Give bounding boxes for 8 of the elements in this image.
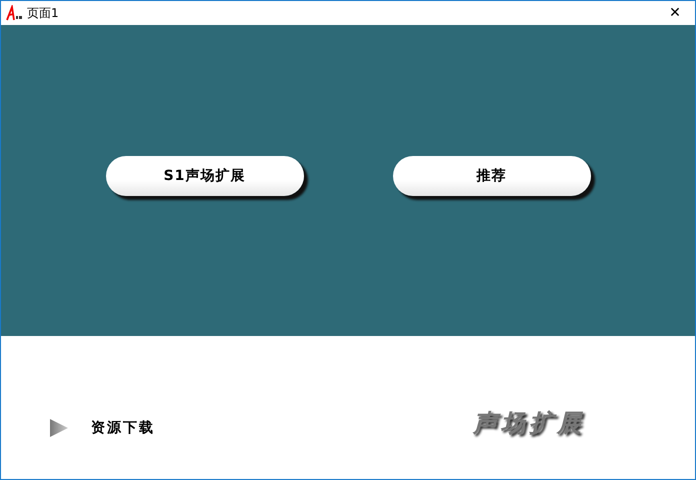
close-button[interactable]: ✕	[655, 1, 695, 25]
download-link[interactable]: 资源下载	[91, 418, 155, 436]
app-icon	[5, 5, 23, 21]
logo-text: 声场扩展	[473, 406, 585, 438]
menu-button[interactable]: 推荐	[392, 156, 590, 196]
window-title: 页面1	[27, 4, 59, 22]
play-icon[interactable]	[49, 418, 69, 438]
menu-button[interactable]: S1声场扩展	[106, 156, 304, 196]
